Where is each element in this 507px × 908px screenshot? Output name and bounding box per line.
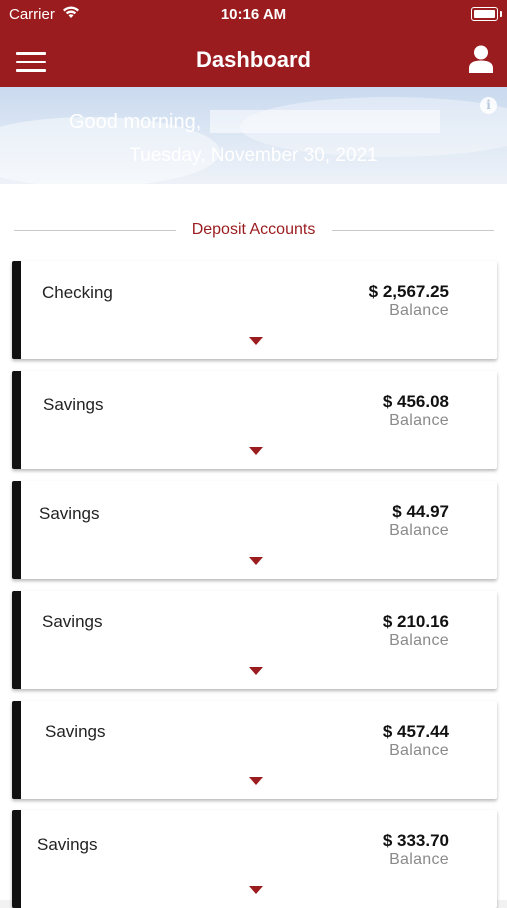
balance-label: Balance bbox=[389, 302, 449, 319]
account-name: Checking bbox=[42, 283, 113, 302]
balance-label: Balance bbox=[389, 742, 449, 759]
account-balance: $ 456.08 bbox=[382, 392, 449, 411]
user-icon[interactable] bbox=[468, 45, 494, 73]
account-card-savings[interactable]: Savings $ 456.08 Balance bbox=[12, 371, 497, 469]
account-balance: $ 44.97 bbox=[392, 502, 449, 521]
balance-label: Balance bbox=[389, 522, 449, 539]
account-name: Savings bbox=[45, 722, 106, 741]
caret-down-icon[interactable] bbox=[249, 337, 263, 345]
battery-icon bbox=[471, 7, 502, 21]
balance-label: Balance bbox=[389, 632, 449, 649]
account-card-savings[interactable]: Savings $ 210.16 Balance bbox=[12, 591, 497, 689]
account-card-savings[interactable]: Savings $ 44.97 Balance bbox=[12, 481, 497, 579]
greeting-banner: Good morning, Tuesday, November 30, 2021… bbox=[0, 87, 507, 184]
account-name: Savings bbox=[43, 395, 104, 414]
balance-label: Balance bbox=[389, 412, 449, 429]
caret-down-icon[interactable] bbox=[249, 777, 263, 785]
account-name: Savings bbox=[39, 504, 100, 523]
account-name: Savings bbox=[37, 835, 98, 854]
caret-down-icon[interactable] bbox=[249, 557, 263, 565]
current-date: Tuesday, November 30, 2021 bbox=[129, 145, 378, 166]
account-balance: $ 333.70 bbox=[382, 831, 449, 850]
page-title: Dashboard bbox=[196, 47, 311, 72]
account-name: Savings bbox=[42, 612, 103, 631]
caret-down-icon[interactable] bbox=[249, 886, 263, 894]
account-card-checking[interactable]: Checking $ 2,567.25 Balance bbox=[12, 261, 497, 359]
account-card-savings[interactable]: Savings $ 333.70 Balance bbox=[12, 810, 497, 908]
account-balance: $ 210.16 bbox=[382, 612, 449, 631]
account-balance: $ 2,567.25 bbox=[368, 282, 449, 301]
caret-down-icon[interactable] bbox=[249, 667, 263, 675]
balance-label: Balance bbox=[389, 851, 449, 868]
account-card-savings[interactable]: Savings $ 457.44 Balance bbox=[12, 701, 497, 799]
user-name-redacted bbox=[210, 110, 440, 133]
account-balance: $ 457.44 bbox=[382, 722, 449, 741]
caret-down-icon[interactable] bbox=[249, 447, 263, 455]
status-bar: Carrier 10:16 AM bbox=[0, 0, 507, 30]
greeting-text: Good morning, bbox=[69, 111, 202, 133]
nav-bar: Dashboard bbox=[0, 30, 507, 87]
info-icon[interactable]: i bbox=[480, 97, 497, 114]
clock: 10:16 AM bbox=[220, 6, 287, 23]
divider-right bbox=[332, 230, 494, 231]
